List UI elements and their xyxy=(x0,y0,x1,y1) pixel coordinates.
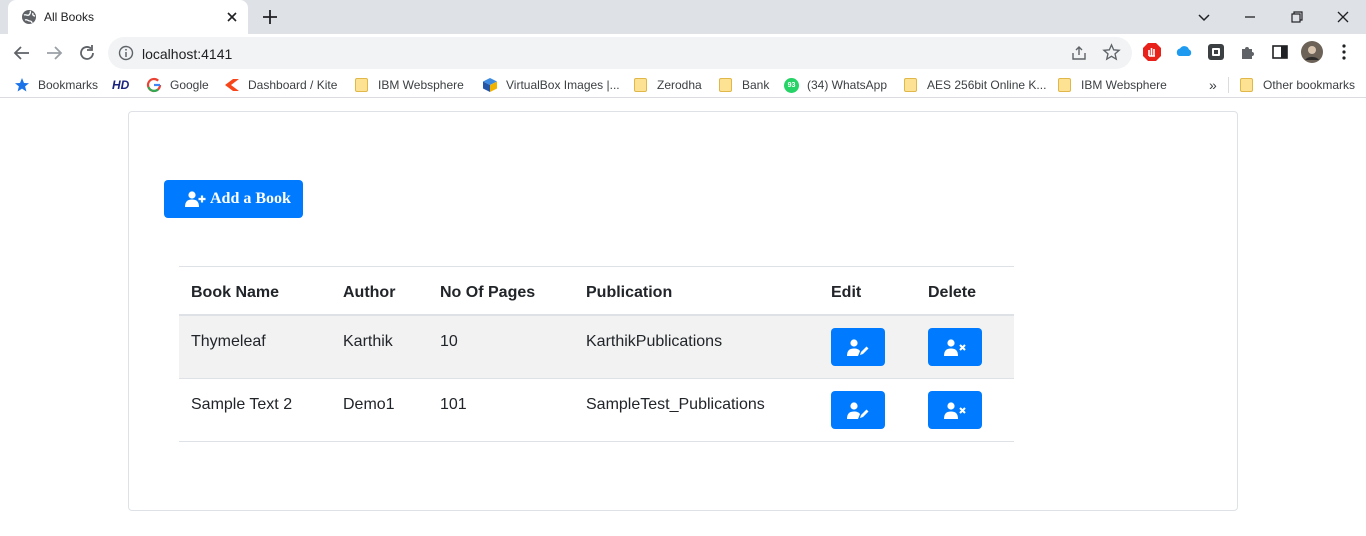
folder-icon xyxy=(719,78,732,92)
minimize-icon[interactable] xyxy=(1238,5,1262,29)
browser-tab-active[interactable]: All Books xyxy=(8,0,248,34)
profile-avatar[interactable] xyxy=(1301,41,1323,63)
bookmarks-separator xyxy=(1228,77,1229,93)
header-book-name: Book Name xyxy=(191,284,280,301)
bookmark-virtualbox-images[interactable]: VirtualBox Images |... xyxy=(482,76,620,94)
url-text: localhost:4141 xyxy=(142,46,233,62)
bookmark-zerodha[interactable]: Zerodha xyxy=(634,76,702,94)
pages-cell: 101 xyxy=(440,396,467,413)
table-row: Thymeleaf Karthik 10 KarthikPublications xyxy=(179,316,1014,379)
star-icon xyxy=(15,78,29,92)
bookmark-hd[interactable]: HD xyxy=(112,76,129,94)
new-tab-icon[interactable] xyxy=(260,7,280,27)
bookmark-star-icon[interactable] xyxy=(1102,43,1121,62)
tab-title: All Books xyxy=(44,10,95,24)
tab-search-chevron-icon[interactable] xyxy=(1192,5,1216,29)
bookmark-google[interactable]: Google xyxy=(146,76,209,94)
header-publication: Publication xyxy=(586,284,673,301)
whatsapp-icon: 93 xyxy=(784,77,799,93)
adblock-extension-icon[interactable] xyxy=(1142,42,1162,62)
author-cell: Demo1 xyxy=(343,396,395,413)
cloud-extension-icon[interactable] xyxy=(1174,42,1194,62)
close-tab-icon[interactable] xyxy=(223,8,241,26)
puzzle-extensions-icon[interactable] xyxy=(1238,42,1258,62)
edit-button[interactable] xyxy=(831,391,885,429)
bookmarks-overflow-button[interactable]: » xyxy=(1209,76,1217,94)
user-remove-icon xyxy=(944,338,966,356)
publication-cell: SampleTest_Publications xyxy=(586,396,765,413)
add-user-icon xyxy=(185,191,206,207)
pages-cell: 10 xyxy=(440,333,458,350)
folder-icon xyxy=(1058,78,1071,92)
bookmark-bookmarks[interactable]: Bookmarks xyxy=(14,76,98,94)
forward-arrow-icon[interactable] xyxy=(43,42,65,64)
edit-button[interactable] xyxy=(831,328,885,366)
hd-icon: HD xyxy=(112,78,130,92)
bookmark-ibm-websphere[interactable]: IBM Websphere xyxy=(355,76,464,94)
delete-button[interactable] xyxy=(928,328,982,366)
header-no-of-pages: No Of Pages xyxy=(440,284,536,301)
table-row: Sample Text 2 Demo1 101 SampleTest_Publi… xyxy=(179,379,1014,442)
bookmark-ibm-websphere-2[interactable]: IBM Websphere xyxy=(1058,76,1167,94)
publication-cell: KarthikPublications xyxy=(586,333,723,350)
books-table: Book Name Author No Of Pages Publication… xyxy=(179,266,1014,442)
user-edit-icon xyxy=(847,401,869,419)
add-book-button[interactable]: Add a Book xyxy=(164,180,303,218)
address-bar[interactable]: localhost:4141 xyxy=(108,37,1132,69)
tab-strip: All Books xyxy=(0,0,1366,34)
header-edit: Edit xyxy=(831,284,862,301)
bookmark-aes-256bit[interactable]: AES 256bit Online K... xyxy=(904,76,1046,94)
chrome-menu-icon[interactable] xyxy=(1334,42,1354,62)
browser-toolbar: localhost:4141 xyxy=(0,34,1366,72)
share-icon[interactable] xyxy=(1070,44,1088,62)
folder-icon xyxy=(634,78,647,92)
bookmark-other-bookmarks[interactable]: Other bookmarks xyxy=(1240,76,1355,94)
virtualbox-icon xyxy=(483,78,497,92)
table-header-row: Book Name Author No Of Pages Publication… xyxy=(179,266,1014,316)
book-name-cell: Sample Text 2 xyxy=(191,396,293,413)
close-window-icon[interactable] xyxy=(1331,5,1355,29)
globe-icon xyxy=(22,10,36,24)
bookmark-whatsapp[interactable]: 93 (34) WhatsApp xyxy=(784,76,887,94)
bookmark-dashboard-kite[interactable]: Dashboard / Kite xyxy=(224,76,337,94)
user-edit-icon xyxy=(847,338,869,356)
bookmarks-bar: Bookmarks HD Google Dashboard / Kite IBM… xyxy=(0,72,1366,98)
folder-icon xyxy=(355,78,368,92)
back-arrow-icon[interactable] xyxy=(11,42,33,64)
folder-icon xyxy=(904,78,917,92)
site-info-icon[interactable] xyxy=(118,45,134,61)
restore-icon[interactable] xyxy=(1285,5,1309,29)
add-book-label: Add a Book xyxy=(210,190,291,207)
folder-icon xyxy=(1240,78,1253,92)
book-name-cell: Thymeleaf xyxy=(191,333,266,350)
google-icon xyxy=(146,77,162,93)
header-author: Author xyxy=(343,284,396,301)
header-delete: Delete xyxy=(928,284,977,301)
bookmark-bank[interactable]: Bank xyxy=(719,76,769,94)
kite-icon xyxy=(225,79,239,91)
user-remove-icon xyxy=(944,401,966,419)
side-panel-icon[interactable] xyxy=(1270,42,1290,62)
author-cell: Karthik xyxy=(343,333,393,350)
extension-app-icon[interactable] xyxy=(1206,42,1226,62)
reload-icon[interactable] xyxy=(76,42,98,64)
delete-button[interactable] xyxy=(928,391,982,429)
